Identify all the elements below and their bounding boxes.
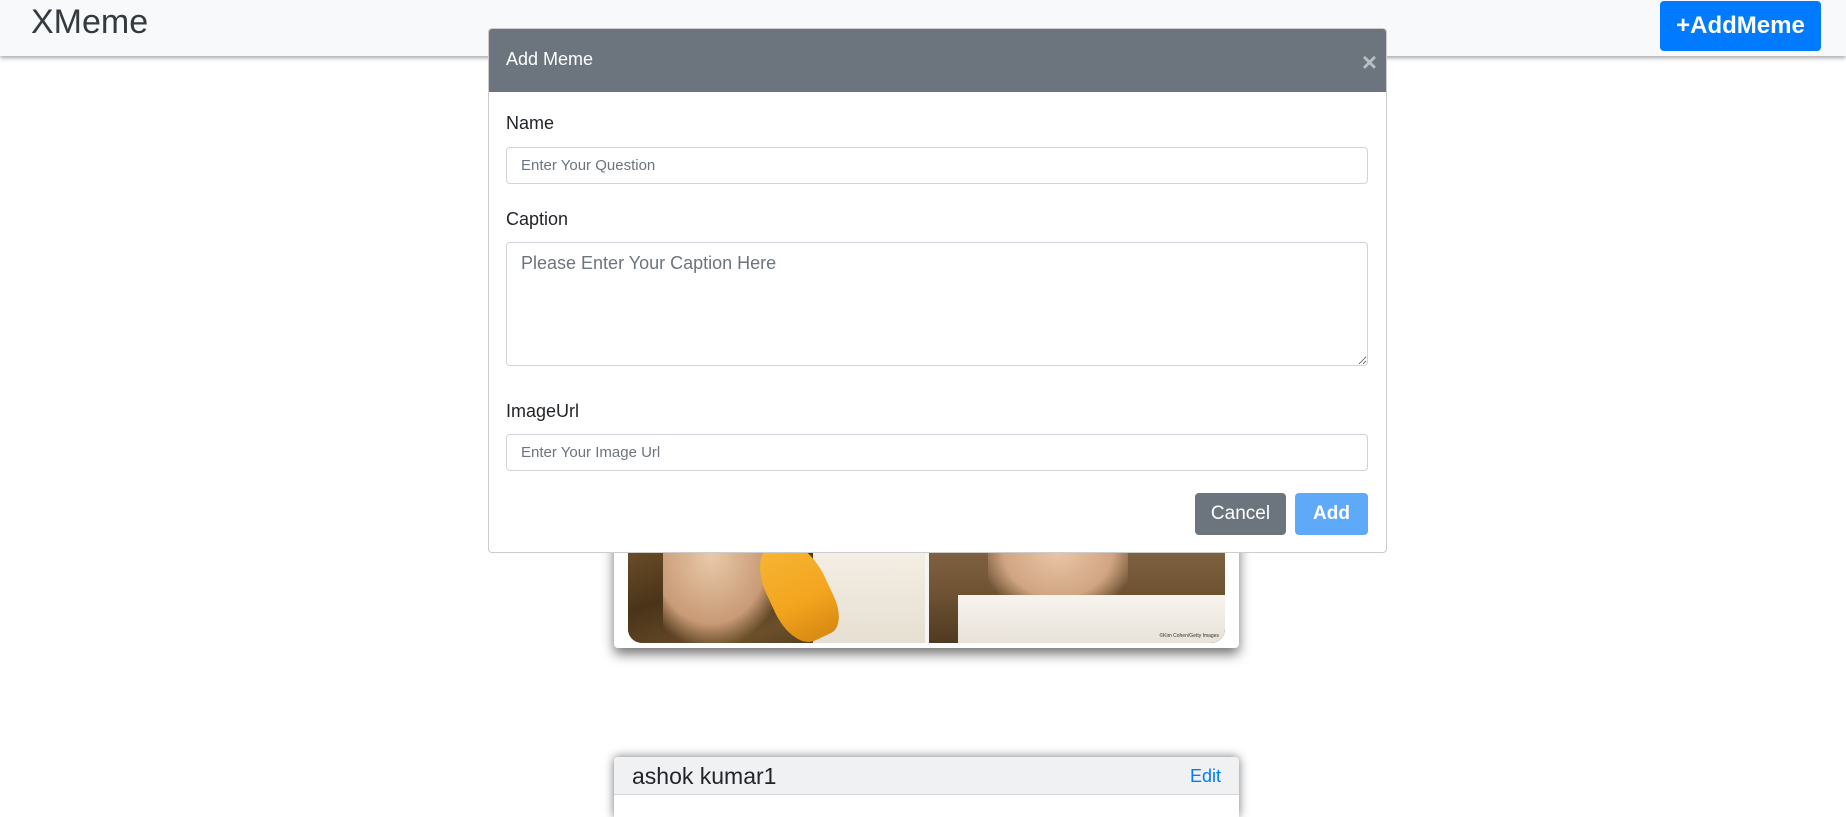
edit-link[interactable]: Edit	[1190, 766, 1221, 787]
meme-image-credit: ©Kim Cohen/Getty Images	[1159, 633, 1219, 639]
meme-card-header: ashok kumar1 Edit	[614, 757, 1239, 795]
caption-label: Caption	[506, 209, 569, 229]
meme-card: ashok kumar1 Edit	[614, 757, 1239, 817]
add-meme-modal: Add Meme × Name Caption ImageUrl Cancel …	[488, 28, 1387, 553]
add-button[interactable]: Add	[1295, 493, 1368, 535]
brand-logo[interactable]: XMeme	[31, 3, 148, 42]
name-input[interactable]	[506, 147, 1368, 184]
add-meme-button[interactable]: +AddMeme	[1660, 1, 1821, 51]
meme-author-name: ashok kumar1	[632, 763, 777, 789]
modal-header: Add Meme ×	[489, 29, 1386, 92]
image-url-input[interactable]	[506, 434, 1368, 471]
cancel-button[interactable]: Cancel	[1195, 493, 1286, 535]
image-url-label: ImageUrl	[506, 401, 580, 421]
modal-title: Add Meme	[506, 49, 594, 69]
close-icon[interactable]: ×	[1362, 49, 1377, 75]
caption-textarea[interactable]	[506, 242, 1368, 366]
name-label: Name	[506, 113, 555, 133]
